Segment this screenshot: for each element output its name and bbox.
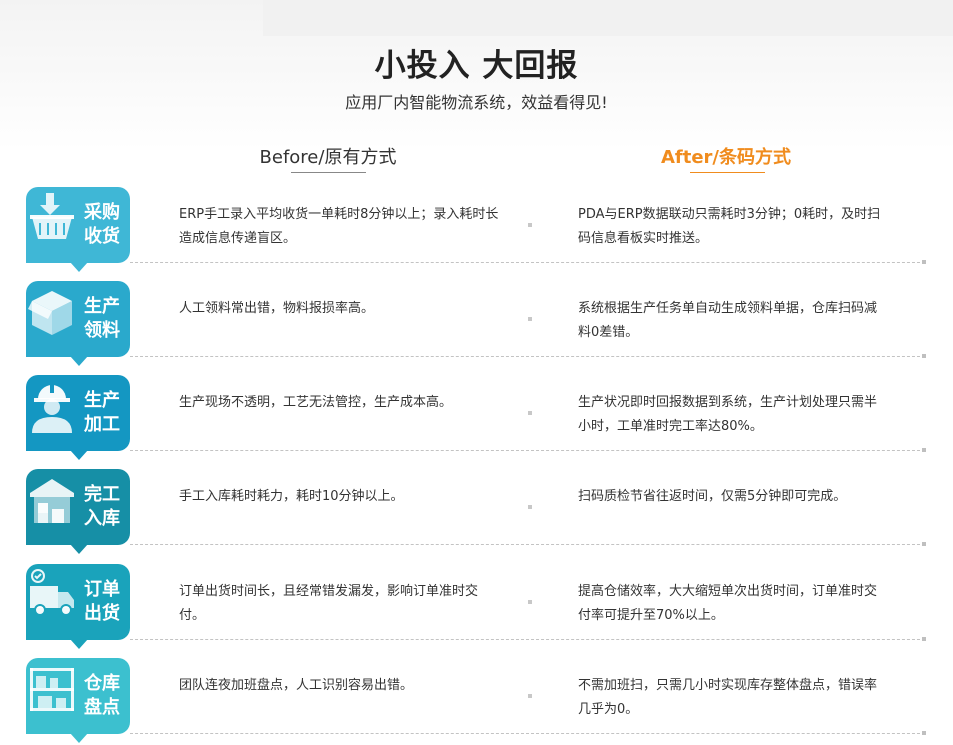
- divider-dot: [528, 505, 532, 509]
- before-text: 手工入库耗时耗力，耗时10分钟以上。: [179, 489, 404, 504]
- separator-end-dot: [922, 448, 926, 452]
- row-separator: [130, 733, 925, 734]
- table-row: 仓库 盘点 团队连夜加班盘点，人工识别容易出错。 不需加班扫，只需几小时实现库存整…: [0, 658, 953, 745]
- after-text: PDA与ERP数据联动只需耗时3分钟；0耗时，及时扫码信息看板实时推送。: [578, 207, 881, 246]
- badge-production-processing: 生产 加工: [26, 375, 130, 460]
- delivery-truck-icon: [30, 569, 74, 616]
- storage-shelf-icon: [30, 668, 74, 711]
- after-text: 不需加班扫，只需几小时实现库存整体盘点，错误率几乎为0。: [578, 678, 878, 717]
- separator-end-dot: [922, 260, 926, 264]
- page-subtitle: 应用厂内智能物流系统，效益看得见!: [345, 93, 608, 112]
- divider-dot: [528, 694, 532, 698]
- separator-end-dot: [922, 542, 926, 546]
- divider-dot: [528, 600, 532, 604]
- divider-dot: [528, 223, 532, 227]
- column-underline-before: [291, 172, 366, 173]
- table-row: 完工 入库 手工入库耗时耗力，耗时10分钟以上。 扫码质检节省往返时间，仅需5分钟…: [0, 469, 953, 563]
- open-box-icon: [28, 291, 72, 335]
- before-text: 生产现场不透明，工艺无法管控，生产成本高。: [179, 395, 453, 410]
- row-separator: [130, 639, 925, 640]
- before-text: ERP手工录入平均收货一单耗时8分钟以上；录入耗时长造成信息传递盲区。: [179, 207, 499, 246]
- badge-finished-warehousing: 完工 入库: [26, 469, 130, 554]
- separator-end-dot: [922, 354, 926, 358]
- table-row: 生产 领料 人工领料常出错，物料报损率高。 系统根据生产任务单自动生成领料单据，仓…: [0, 281, 953, 375]
- badge-label: 仓库 盘点: [84, 673, 120, 718]
- badge-warehouse-inventory: 仓库 盘点: [26, 658, 130, 743]
- after-text: 扫码质检节省往返时间，仅需5分钟即可完成。: [578, 489, 847, 504]
- after-text: 系统根据生产任务单自动生成领料单据，仓库扫码减料0差错。: [578, 301, 878, 340]
- table-row: 采购 收货 ERP手工录入平均收货一单耗时8分钟以上；录入耗时长造成信息传递盲区。…: [0, 187, 953, 281]
- badge-production-picking: 生产 领料: [26, 281, 130, 366]
- separator-end-dot: [922, 637, 926, 641]
- badge-label: 订单 出货: [84, 579, 120, 624]
- after-text: 提高仓储效率，大大缩短单次出货时间，订单准时交付率可提升至70%以上。: [578, 584, 878, 623]
- badge-purchase-receiving: 采购 收货: [26, 187, 130, 272]
- table-row: 订单 出货 订单出货时间长，且经常错发漏发，影响订单准时交付。 提高仓储效率，大大…: [0, 564, 953, 658]
- before-text: 团队连夜加班盘点，人工识别容易出错。: [179, 678, 414, 693]
- badge-label: 完工 入库: [84, 484, 120, 529]
- before-text: 人工领料常出错，物料报损率高。: [179, 301, 375, 316]
- badge-label: 采购 收货: [84, 202, 120, 247]
- column-header-before: Before/原有方式: [259, 147, 397, 168]
- warehouse-icon: [30, 479, 74, 523]
- column-underline-after: [690, 172, 765, 173]
- page-title: 小投入 大回报: [374, 48, 579, 84]
- column-header-after: After/条码方式: [660, 147, 792, 168]
- separator-end-dot: [922, 731, 926, 735]
- row-separator: [130, 262, 925, 263]
- header-band: [263, 0, 953, 36]
- row-separator: [130, 450, 925, 451]
- badge-label: 生产 领料: [84, 296, 120, 341]
- divider-dot: [528, 411, 532, 415]
- before-text: 订单出货时间长，且经常错发漏发，影响订单准时交付。: [179, 584, 479, 623]
- basket-download-icon: [30, 193, 74, 239]
- row-separator: [130, 356, 925, 357]
- divider-dot: [528, 317, 532, 321]
- badge-order-shipping: 订单 出货: [26, 564, 130, 649]
- row-separator: [130, 544, 925, 545]
- after-text: 生产状况即时回报数据到系统，生产计划处理只需半小时，工单准时完工率达80%。: [578, 395, 878, 434]
- badge-label: 生产 加工: [84, 390, 120, 435]
- worker-helmet-icon: [32, 383, 72, 433]
- table-row: 生产 加工 生产现场不透明，工艺无法管控，生产成本高。 生产状况即时回报数据到系统…: [0, 375, 953, 469]
